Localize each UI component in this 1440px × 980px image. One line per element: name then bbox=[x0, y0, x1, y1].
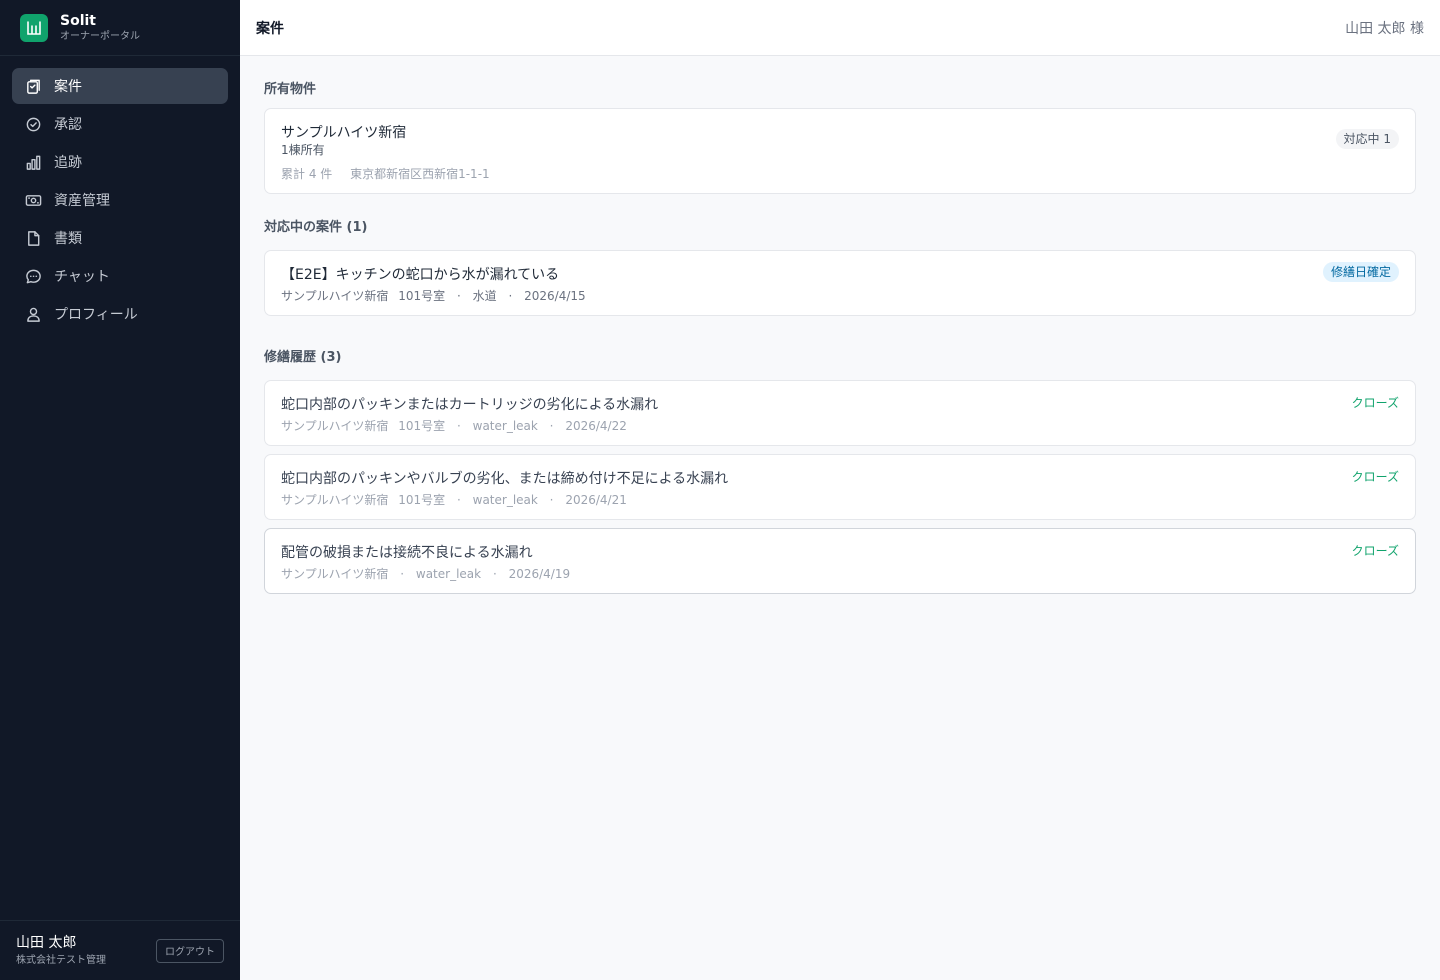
history-date: 2026/4/19 bbox=[508, 567, 571, 581]
file-icon bbox=[24, 229, 42, 247]
status-badge: 修繕日確定 bbox=[1322, 262, 1399, 282]
history-room: 101号室 bbox=[398, 419, 446, 433]
sidebar-item-label: 承認 bbox=[54, 117, 82, 133]
chat-icon bbox=[24, 267, 42, 285]
history-title: 配管の破損または接続不良による水漏れ bbox=[281, 545, 533, 561]
brand-logo-icon bbox=[20, 13, 48, 42]
section-title-active-cases: 対応中の案件 (1) bbox=[264, 220, 368, 235]
user-icon bbox=[24, 305, 42, 323]
separator-dot: · bbox=[456, 419, 461, 433]
property-ownership: 1棟所有 bbox=[281, 143, 325, 157]
history-category: water_leak bbox=[472, 493, 538, 507]
history-card[interactable]: 配管の破損または接続不良による水漏れ サンプルハイツ新宿 · water_lea… bbox=[264, 528, 1416, 594]
history-date: 2026/4/21 bbox=[565, 493, 627, 507]
check-circle-icon bbox=[24, 115, 42, 133]
history-title: 蛇口内部のパッキンやバルブの劣化、または締め付け不足による水漏れ bbox=[281, 471, 729, 487]
bar-chart-icon bbox=[24, 153, 42, 171]
app-subtitle: オーナーポータル bbox=[60, 30, 140, 42]
section-title-properties: 所有物件 bbox=[264, 82, 317, 97]
status-label: クローズ bbox=[1351, 544, 1399, 558]
history-category: water_leak bbox=[472, 419, 538, 433]
top-header: 案件 山田 太郎 様 bbox=[240, 0, 1440, 56]
case-title: 【E2E】キッチンの蛇口から水が漏れている bbox=[281, 267, 560, 283]
case-date: 2026/4/15 bbox=[524, 289, 586, 303]
sidebar-item-label: 追跡 bbox=[54, 155, 82, 171]
separator-dot: · bbox=[492, 567, 497, 581]
property-meta: 累計 4 件 東京都新宿区西新宿1-1-1 bbox=[281, 165, 490, 182]
section-title-history: 修繕履歴 (3) bbox=[264, 350, 342, 365]
sidebar-item-label: チャット bbox=[54, 269, 110, 285]
sidebar-item-tracking[interactable]: 追跡 bbox=[12, 144, 228, 180]
page-title: 案件 bbox=[256, 20, 284, 37]
sidebar-item-cases[interactable]: 案件 bbox=[12, 68, 228, 104]
case-meta: サンプルハイツ新宿 101号室 · 水道 · 2026/4/15 bbox=[281, 287, 586, 304]
clipboard-icon bbox=[24, 77, 42, 95]
history-property: サンプルハイツ新宿 bbox=[281, 567, 389, 581]
user-company: 株式会社テスト管理 bbox=[16, 954, 106, 966]
main-content: 所有物件 サンプルハイツ新宿 1棟所有 累計 4 件 東京都新宿区西新宿1-1-… bbox=[264, 56, 1416, 594]
case-room: 101号室 bbox=[398, 289, 446, 303]
sidebar-item-assets[interactable]: 資産管理 bbox=[12, 182, 228, 218]
case-category: 水道 bbox=[472, 289, 497, 303]
history-meta: サンプルハイツ新宿 101号室 · water_leak · 2026/4/22 bbox=[281, 417, 627, 434]
sidebar-nav: 案件 承認 追跡 資産管理 書類 チャット プロフィール bbox=[0, 56, 240, 332]
case-property: サンプルハイツ新宿 bbox=[281, 289, 389, 303]
brand: Solit オーナーポータル bbox=[0, 0, 240, 56]
header-user-greeting: 山田 太郎 様 bbox=[1345, 20, 1424, 37]
property-total: 累計 4 件 bbox=[281, 167, 333, 181]
sidebar-item-label: 資産管理 bbox=[54, 193, 110, 209]
history-property: サンプルハイツ新宿 bbox=[281, 419, 389, 433]
banknote-icon bbox=[24, 191, 42, 209]
history-meta: サンプルハイツ新宿 101号室 · water_leak · 2026/4/21 bbox=[281, 491, 627, 508]
status-label: クローズ bbox=[1351, 396, 1399, 410]
user-panel: 山田 太郎 株式会社テスト管理 ログアウト bbox=[0, 920, 240, 980]
property-card[interactable]: サンプルハイツ新宿 1棟所有 累計 4 件 東京都新宿区西新宿1-1-1 対応中… bbox=[264, 108, 1416, 194]
history-meta: サンプルハイツ新宿 · water_leak · 2026/4/19 bbox=[281, 565, 570, 582]
separator-dot: · bbox=[456, 289, 461, 303]
status-label: クローズ bbox=[1351, 470, 1399, 484]
history-date: 2026/4/22 bbox=[565, 419, 627, 433]
history-room: 101号室 bbox=[398, 493, 446, 507]
property-address: 東京都新宿区西新宿1-1-1 bbox=[350, 167, 490, 181]
history-card[interactable]: 蛇口内部のパッキンやバルブの劣化、または締め付け不足による水漏れ サンプルハイツ… bbox=[264, 454, 1416, 520]
separator-dot: · bbox=[508, 289, 513, 303]
sidebar-item-profile[interactable]: プロフィール bbox=[12, 296, 228, 332]
logout-button[interactable]: ログアウト bbox=[156, 938, 224, 963]
history-title: 蛇口内部のパッキンまたはカートリッジの劣化による水漏れ bbox=[281, 397, 659, 413]
property-name: サンプルハイツ新宿 bbox=[281, 125, 407, 141]
separator-dot: · bbox=[400, 567, 405, 581]
separator-dot: · bbox=[549, 419, 554, 433]
separator-dot: · bbox=[456, 493, 461, 507]
history-card[interactable]: 蛇口内部のパッキンまたはカートリッジの劣化による水漏れ サンプルハイツ新宿 10… bbox=[264, 380, 1416, 446]
history-category: water_leak bbox=[415, 567, 482, 581]
sidebar-item-label: プロフィール bbox=[54, 307, 138, 323]
sidebar: Solit オーナーポータル 案件 承認 追跡 資産管理 書類 チャット プロフ… bbox=[0, 0, 240, 980]
sidebar-item-label: 書類 bbox=[54, 231, 82, 247]
app-name: Solit bbox=[60, 12, 96, 29]
status-badge: 対応中 1 bbox=[1335, 129, 1399, 149]
sidebar-item-chat[interactable]: チャット bbox=[12, 258, 228, 294]
separator-dot: · bbox=[549, 493, 554, 507]
sidebar-item-approval[interactable]: 承認 bbox=[12, 106, 228, 142]
sidebar-item-documents[interactable]: 書類 bbox=[12, 220, 228, 256]
case-card[interactable]: 【E2E】キッチンの蛇口から水が漏れている サンプルハイツ新宿 101号室 · … bbox=[264, 250, 1416, 316]
user-name: 山田 太郎 bbox=[16, 934, 77, 951]
history-property: サンプルハイツ新宿 bbox=[281, 493, 389, 507]
sidebar-item-label: 案件 bbox=[54, 79, 82, 95]
